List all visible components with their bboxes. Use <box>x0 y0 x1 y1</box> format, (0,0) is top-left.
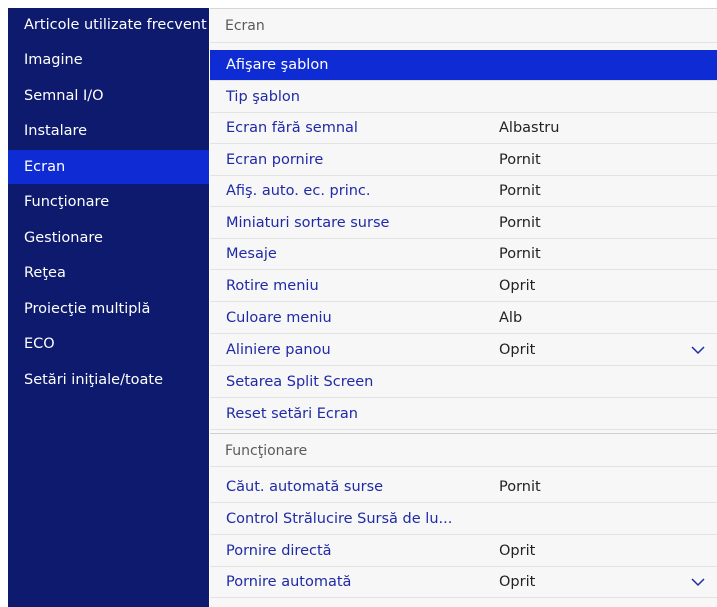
menu-item-messages[interactable]: Mesaje Pornit <box>210 239 717 270</box>
menu-item-value: Oprit <box>499 278 536 294</box>
menu-item-label: Pornire automată <box>226 574 352 590</box>
menu-item-source-thumbnails[interactable]: Miniaturi sortare surse Pornit <box>210 208 717 239</box>
menu-item-value: Pornit <box>499 479 541 495</box>
menu-item-value: Albastru <box>499 120 560 136</box>
sidebar-item-eco[interactable]: ECO <box>8 327 209 361</box>
menu-item-panel-alignment[interactable]: Aliniere panou Oprit <box>210 335 717 366</box>
menu-item-auto-home-screen[interactable]: Afiş. auto. ec. princ. Pornit <box>210 176 717 207</box>
sidebar-item-network[interactable]: Reţea <box>8 256 209 290</box>
sidebar-item-initial-settings[interactable]: Setări iniţiale/toate <box>8 363 209 397</box>
sidebar-item-management[interactable]: Gestionare <box>8 221 209 255</box>
menu-item-label: Căut. automată surse <box>226 479 384 495</box>
menu-item-pattern-display[interactable]: Afişare şablon <box>210 50 717 81</box>
menu-item-value: Oprit <box>499 342 536 358</box>
section-header-operation: Funcţionare <box>210 433 717 467</box>
menu-item-label: Afişare şablon <box>226 57 329 73</box>
menu-item-auto-power-on[interactable]: Pornire automată Oprit <box>210 567 717 598</box>
menu-item-value: Pornit <box>499 215 541 231</box>
sidebar-item-signal-io[interactable]: Semnal I/O <box>8 79 209 113</box>
sidebar-item-display[interactable]: Ecran <box>8 150 209 184</box>
sidebar-item-image[interactable]: Imagine <box>8 43 209 77</box>
menu-item-value: Alb <box>499 310 523 326</box>
menu-item-value: Pornit <box>499 183 541 199</box>
sidebar-item-frequently-used[interactable]: Articole utilizate frecvent <box>8 8 209 42</box>
menu-item-label: Aliniere panou <box>226 342 331 358</box>
menu-item-label: Pornire directă <box>226 543 332 559</box>
menu-item-label: Tip şablon <box>226 89 300 105</box>
menu-item-menu-color[interactable]: Culoare meniu Alb <box>210 303 717 334</box>
menu-item-menu-rotation[interactable]: Rotire meniu Oprit <box>210 271 717 302</box>
menu-item-label: Ecran fără semnal <box>226 120 358 136</box>
chevron-down-icon[interactable] <box>691 575 705 589</box>
menu-item-pattern-type[interactable]: Tip şablon <box>210 82 717 113</box>
menu-item-label: Mesaje <box>226 246 277 262</box>
sidebar-item-operation[interactable]: Funcţionare <box>8 185 209 219</box>
menu-item-label: Culoare meniu <box>226 310 332 326</box>
menu-item-value: Oprit <box>499 543 536 559</box>
chevron-down-icon[interactable] <box>691 343 705 357</box>
menu-item-auto-source-search[interactable]: Căut. automată surse Pornit <box>210 472 717 503</box>
menu-item-label: Rotire meniu <box>226 278 319 294</box>
menu-item-value: Pornit <box>499 246 541 262</box>
menu-item-light-source-brightness[interactable]: Control Strălucire Sursă de lu... <box>210 504 717 535</box>
menu-item-label: Control Strălucire Sursă de lu... <box>226 511 453 527</box>
menu-item-label: Afiş. auto. ec. princ. <box>226 183 371 199</box>
sidebar-item-multi-projection[interactable]: Proiecţie multiplă <box>8 292 209 326</box>
projector-menu-screen: Articole utilizate frecvent Imagine Semn… <box>0 0 717 607</box>
menu-item-reset-display-settings[interactable]: Reset setări Ecran <box>210 399 717 430</box>
sidebar: Articole utilizate frecvent Imagine Semn… <box>8 8 209 607</box>
menu-item-label: Ecran pornire <box>226 152 324 168</box>
menu-item-label: Reset setări Ecran <box>226 406 358 422</box>
menu-item-value: Pornit <box>499 152 541 168</box>
section-header-display: Ecran <box>210 9 717 43</box>
sidebar-item-installation[interactable]: Instalare <box>8 114 209 148</box>
menu-item-label: Setarea Split Screen <box>226 374 374 390</box>
menu-item-no-signal-screen[interactable]: Ecran fără semnal Albastru <box>210 113 717 144</box>
menu-item-startup-screen[interactable]: Ecran pornire Pornit <box>210 145 717 176</box>
menu-item-split-screen-settings[interactable]: Setarea Split Screen <box>210 367 717 398</box>
settings-panel: Ecran Afişare şablon Tip şablon Ecran fă… <box>210 8 717 607</box>
menu-item-label: Miniaturi sortare surse <box>226 215 390 231</box>
menu-item-direct-power-on[interactable]: Pornire directă Oprit <box>210 536 717 567</box>
menu-item-value: Oprit <box>499 574 536 590</box>
